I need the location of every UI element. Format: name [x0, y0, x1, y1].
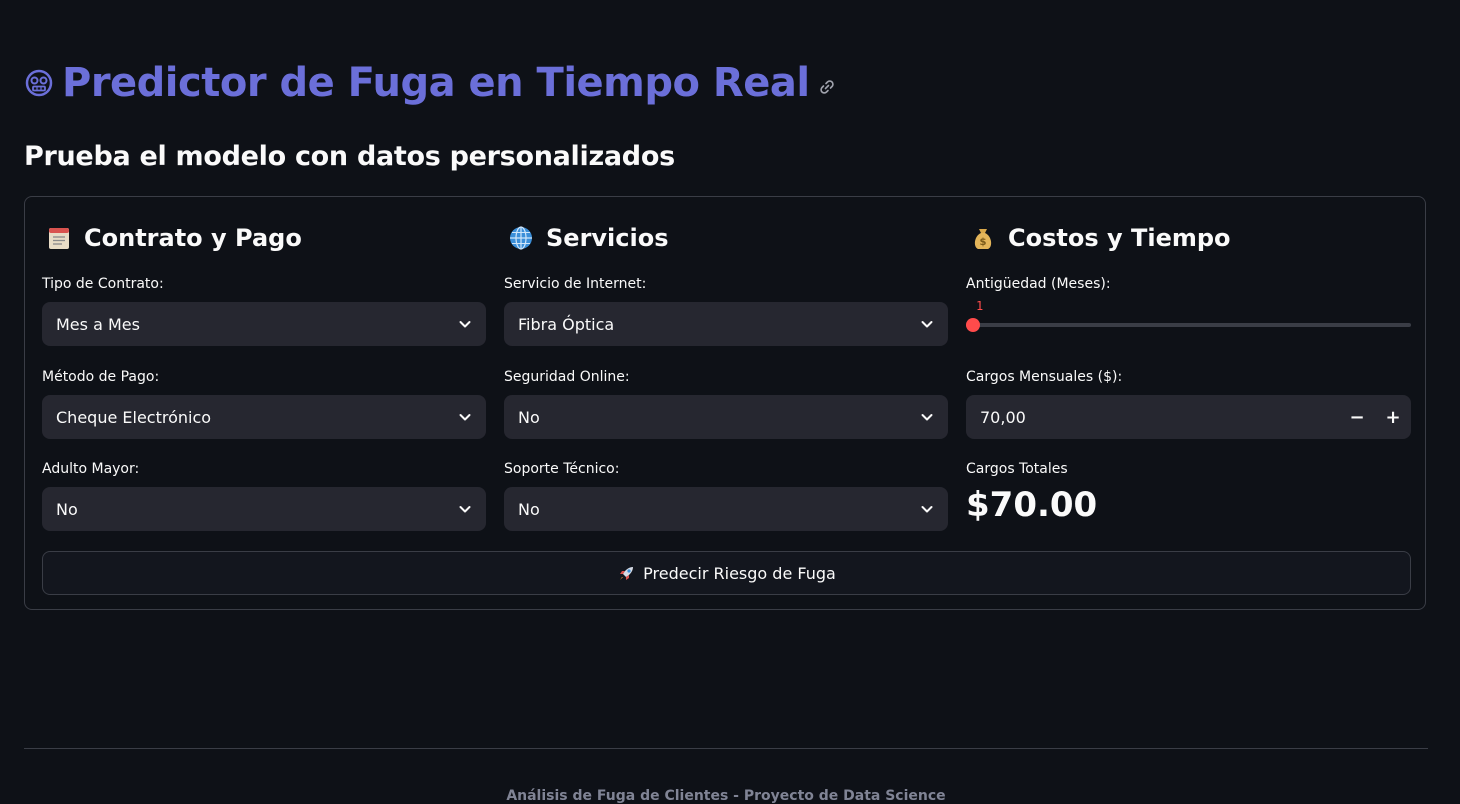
chevron-down-icon [459, 321, 471, 328]
predict-button[interactable]: Predecir Riesgo de Fuga [42, 551, 1411, 595]
page-title-row: Predictor de Fuga en Tiempo Real [24, 58, 836, 108]
internet-service-value: Fibra Óptica [518, 314, 615, 334]
predict-button-label: Predecir Riesgo de Fuga [643, 563, 836, 583]
online-security-value: No [518, 407, 540, 427]
chevron-down-icon [921, 321, 933, 328]
contract-type-select[interactable]: Mes a Mes [42, 302, 486, 346]
tenure-slider-track[interactable] [966, 323, 1411, 327]
prediction-form: Contrato y Pago Tipo de Contrato: Mes a … [24, 196, 1426, 610]
services-header-text: Servicios [546, 224, 669, 252]
senior-value: No [56, 499, 78, 519]
tech-support-select[interactable]: No [504, 487, 948, 531]
clipboard-icon [46, 225, 72, 251]
internet-service-select[interactable]: Fibra Óptica [504, 302, 948, 346]
contract-type-label: Tipo de Contrato: [42, 276, 164, 292]
senior-label: Adulto Mayor: [42, 461, 140, 477]
chevron-down-icon [459, 506, 471, 513]
monthly-charges-input[interactable]: 70,00 − + [966, 395, 1411, 439]
costs-header: $ Costos y Tiempo [970, 221, 1231, 255]
services-header: Servicios [508, 221, 669, 255]
senior-select[interactable]: No [42, 487, 486, 531]
chevron-down-icon [921, 414, 933, 421]
app-page: Predictor de Fuga en Tiempo Real Prueba … [0, 0, 1460, 804]
payment-method-select[interactable]: Cheque Electrónico [42, 395, 486, 439]
contract-type-value: Mes a Mes [56, 314, 140, 334]
robot-face-icon [24, 68, 54, 98]
increment-button[interactable]: + [1375, 395, 1411, 439]
costs-header-text: Costos y Tiempo [1008, 224, 1231, 252]
page-title: Predictor de Fuga en Tiempo Real [62, 60, 810, 106]
tenure-slider-thumb[interactable] [966, 318, 980, 332]
chevron-down-icon [459, 414, 471, 421]
contract-header: Contrato y Pago [46, 221, 302, 255]
tenure-label: Antigüedad (Meses): [966, 276, 1111, 292]
svg-text:$: $ [980, 237, 987, 248]
contract-header-text: Contrato y Pago [84, 224, 302, 252]
anchor-link-icon[interactable] [818, 78, 836, 96]
internet-service-label: Servicio de Internet: [504, 276, 647, 292]
chevron-down-icon [921, 506, 933, 513]
monthly-charges-value[interactable]: 70,00 [980, 408, 1339, 427]
total-charges-label: Cargos Totales [966, 461, 1068, 477]
tenure-slider-value: 1 [976, 299, 984, 313]
monthly-charges-label: Cargos Mensuales ($): [966, 369, 1123, 385]
globe-icon [508, 225, 534, 251]
tech-support-label: Soporte Técnico: [504, 461, 620, 477]
payment-method-label: Método de Pago: [42, 369, 160, 385]
rocket-icon [617, 563, 637, 583]
footer-text: Análisis de Fuga de Clientes - Proyecto … [506, 788, 946, 804]
online-security-select[interactable]: No [504, 395, 948, 439]
footer-divider [24, 748, 1428, 749]
payment-method-value: Cheque Electrónico [56, 407, 212, 427]
online-security-label: Seguridad Online: [504, 369, 630, 385]
total-charges-value: $70.00 [966, 485, 1098, 525]
money-bag-icon: $ [970, 225, 996, 251]
section-subtitle: Prueba el modelo con datos personalizado… [24, 141, 675, 172]
tech-support-value: No [518, 499, 540, 519]
decrement-button[interactable]: − [1339, 395, 1375, 439]
